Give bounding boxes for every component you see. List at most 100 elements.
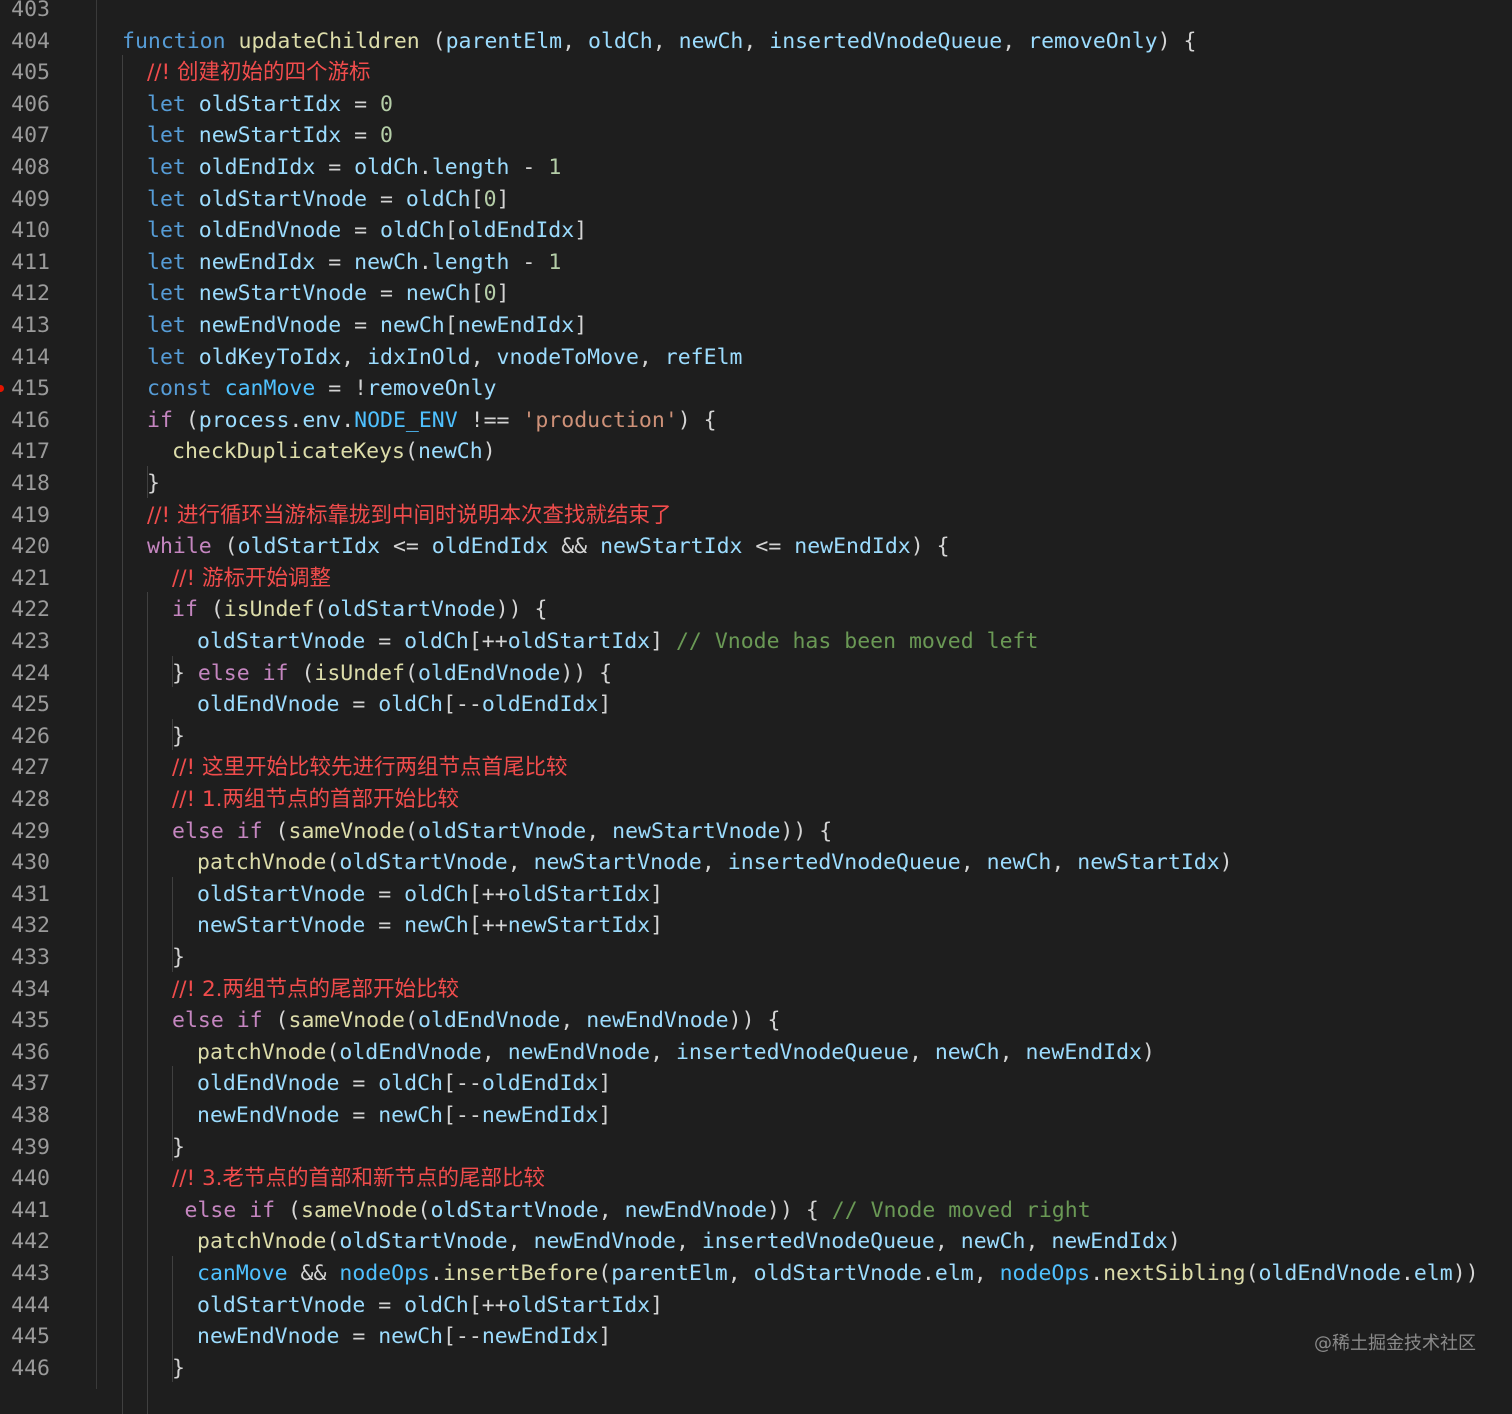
line-number: 423 <box>11 629 50 654</box>
code-line[interactable]: } <box>172 721 185 753</box>
code-line[interactable]: //! 游标开始调整 <box>172 563 331 595</box>
line-number: 409 <box>11 186 50 212</box>
code-line[interactable]: oldStartVnode = oldCh[++oldStartIdx] // … <box>197 626 1038 658</box>
code-line[interactable]: oldEndVnode = oldCh[--oldEndIdx] <box>197 1068 611 1100</box>
code-line[interactable]: } <box>172 1132 185 1164</box>
code-line[interactable]: //! 3.老节点的首部和新节点的尾部比较 <box>172 1163 545 1195</box>
indent-guide <box>172 655 173 688</box>
code-line[interactable]: patchVnode(oldEndVnode, newEndVnode, ins… <box>197 1037 1155 1069</box>
code-token: ( <box>314 597 328 623</box>
code-line[interactable]: let newEndIdx = newCh.length - 1 <box>147 247 561 279</box>
code-token: ) <box>1167 1229 1181 1255</box>
code-token: , <box>1025 1229 1052 1255</box>
code-token: )) { <box>767 1197 832 1223</box>
code-token: oldStartVnode <box>417 818 587 844</box>
indent-guide <box>172 876 173 972</box>
code-line[interactable]: checkDuplicateKeys(newCh) <box>172 436 496 468</box>
code-line[interactable]: const canMove = !removeOnly <box>147 373 497 405</box>
code-token: [-- <box>442 1071 482 1097</box>
code-line[interactable]: canMove && nodeOps.insertBefore(parentEl… <box>197 1258 1479 1290</box>
line-number-gutter[interactable]: 403 404 405 406 407 408 409 410 411 412 413 414 415 4… <box>0 0 97 1389</box>
code-token: ) { <box>910 534 950 560</box>
code-line[interactable]: let oldStartIdx = 0 <box>147 89 393 121</box>
code-token: } <box>172 660 198 686</box>
code-token: patchVnode <box>197 1229 327 1255</box>
code-editor[interactable]: 403 404 405 406 407 408 409 410 411 412 413 414 415 4… <box>0 0 1512 1414</box>
code-line[interactable]: else if (sameVnode(oldStartVnode, newEnd… <box>185 1195 1091 1227</box>
code-token: isUndef <box>314 660 405 686</box>
code-line[interactable]: let oldKeyToIdx, idxInOld, vnodeToMove, … <box>147 342 742 374</box>
code-line[interactable]: //! 进行循环当游标靠拢到中间时说明本次查找就结束了 <box>147 500 671 532</box>
code-token: [++ <box>468 913 508 939</box>
code-token: newEndVnode <box>507 1039 651 1065</box>
code-line[interactable]: let newEndVnode = newCh[newEndIdx] <box>147 310 587 342</box>
line-number: 426 <box>11 723 50 749</box>
code-line[interactable]: if (isUndef(oldStartVnode)) { <box>172 594 547 626</box>
code-line[interactable]: let newStartIdx = 0 <box>147 120 393 152</box>
indent-guide <box>172 1066 173 1162</box>
code-token: = <box>365 629 405 654</box>
indent-guide <box>147 592 148 1414</box>
code-line[interactable]: } <box>147 468 160 500</box>
code-line[interactable]: oldStartVnode = oldCh[++oldStartIdx] <box>197 879 663 911</box>
code-line[interactable]: let oldEndVnode = oldCh[oldEndIdx] <box>147 215 587 247</box>
line-number: 428 <box>11 787 50 812</box>
code-line[interactable]: //! 1.两组节点的首部开始比较 <box>172 784 459 816</box>
code-token: ] <box>496 281 510 307</box>
line-number: 417 <box>11 439 50 465</box>
code-token: removeOnly <box>1028 28 1158 54</box>
code-line[interactable]: } <box>172 1353 185 1385</box>
code-token: [ <box>470 281 484 307</box>
line-number: 425 <box>11 692 50 718</box>
code-token: ] <box>598 1071 612 1097</box>
code-line[interactable]: } <box>172 942 185 974</box>
line-number: 443 <box>11 1261 50 1286</box>
code-token: let <box>147 249 199 275</box>
code-token: = <box>367 281 406 307</box>
code-token: = <box>339 692 379 718</box>
code-line[interactable]: newEndVnode = newCh[--newEndIdx] <box>197 1321 611 1353</box>
code-line[interactable]: else if (sameVnode(oldEndVnode, newEndVn… <box>172 1005 780 1037</box>
code-line[interactable]: let newStartVnode = newCh[0] <box>147 278 510 310</box>
code-token: )) <box>1452 1261 1479 1286</box>
code-token: removeOnly <box>367 376 497 402</box>
code-line[interactable]: function updateChildren (parentElm, oldC… <box>122 26 1196 58</box>
code-token: } <box>172 723 185 749</box>
code-token: oldStartIdx <box>507 629 651 654</box>
code-line[interactable]: let oldEndIdx = oldCh.length - 1 <box>147 152 561 184</box>
code-token: , <box>470 344 497 370</box>
code-line[interactable]: //! 2.两组节点的尾部开始比较 <box>172 974 459 1006</box>
code-token: && <box>287 1261 340 1286</box>
code-line[interactable]: if (process.env.NODE_ENV !== 'production… <box>147 405 717 437</box>
code-token: newCh <box>678 28 744 54</box>
code-line[interactable]: else if (sameVnode(oldStartVnode, newSta… <box>172 816 832 848</box>
code-area[interactable]: function updateChildren (parentElm, oldC… <box>97 0 1512 1414</box>
code-line[interactable]: while (oldStartIdx <= oldEndIdx && newSt… <box>147 531 950 563</box>
code-token: ) <box>482 439 496 465</box>
code-token: parentElm <box>445 28 563 54</box>
code-line[interactable]: //! 这里开始比较先进行两组节点首尾比较 <box>172 752 567 784</box>
code-line[interactable]: newEndVnode = newCh[--newEndIdx] <box>197 1100 611 1132</box>
code-line[interactable]: let oldStartVnode = oldCh[0] <box>147 184 510 216</box>
code-token: = <box>315 155 355 180</box>
code-token: ( <box>326 1039 340 1065</box>
code-token: newEndIdx <box>1051 1229 1168 1255</box>
code-token: ] <box>574 313 588 338</box>
code-line[interactable]: patchVnode(oldStartVnode, newEndVnode, i… <box>197 1226 1181 1258</box>
code-token: ( <box>172 407 199 433</box>
code-line[interactable]: oldEndVnode = oldCh[--oldEndIdx] <box>197 689 611 721</box>
code-token: newCh <box>378 1324 443 1350</box>
code-token: newEndIdx <box>481 1103 599 1128</box>
code-token: length <box>431 155 510 180</box>
indent-guide <box>147 466 148 498</box>
code-comment: //! 进行循环当游标靠拢到中间时说明本次查找就结束了 <box>147 502 672 528</box>
code-token: 0 <box>483 281 497 307</box>
code-line[interactable]: //! 创建初始的四个游标 <box>147 57 370 89</box>
code-token: isUndef <box>223 597 315 623</box>
code-line[interactable]: } else if (isUndef(oldEndVnode)) { <box>172 658 612 690</box>
code-line[interactable]: oldStartVnode = oldCh[++oldStartIdx] <box>197 1290 663 1322</box>
code-line[interactable]: newStartVnode = newCh[++newStartIdx] <box>197 910 663 942</box>
code-token: ) { <box>677 407 717 433</box>
line-number: 414 <box>11 344 50 370</box>
code-line[interactable]: patchVnode(oldStartVnode, newStartVnode,… <box>197 847 1233 879</box>
